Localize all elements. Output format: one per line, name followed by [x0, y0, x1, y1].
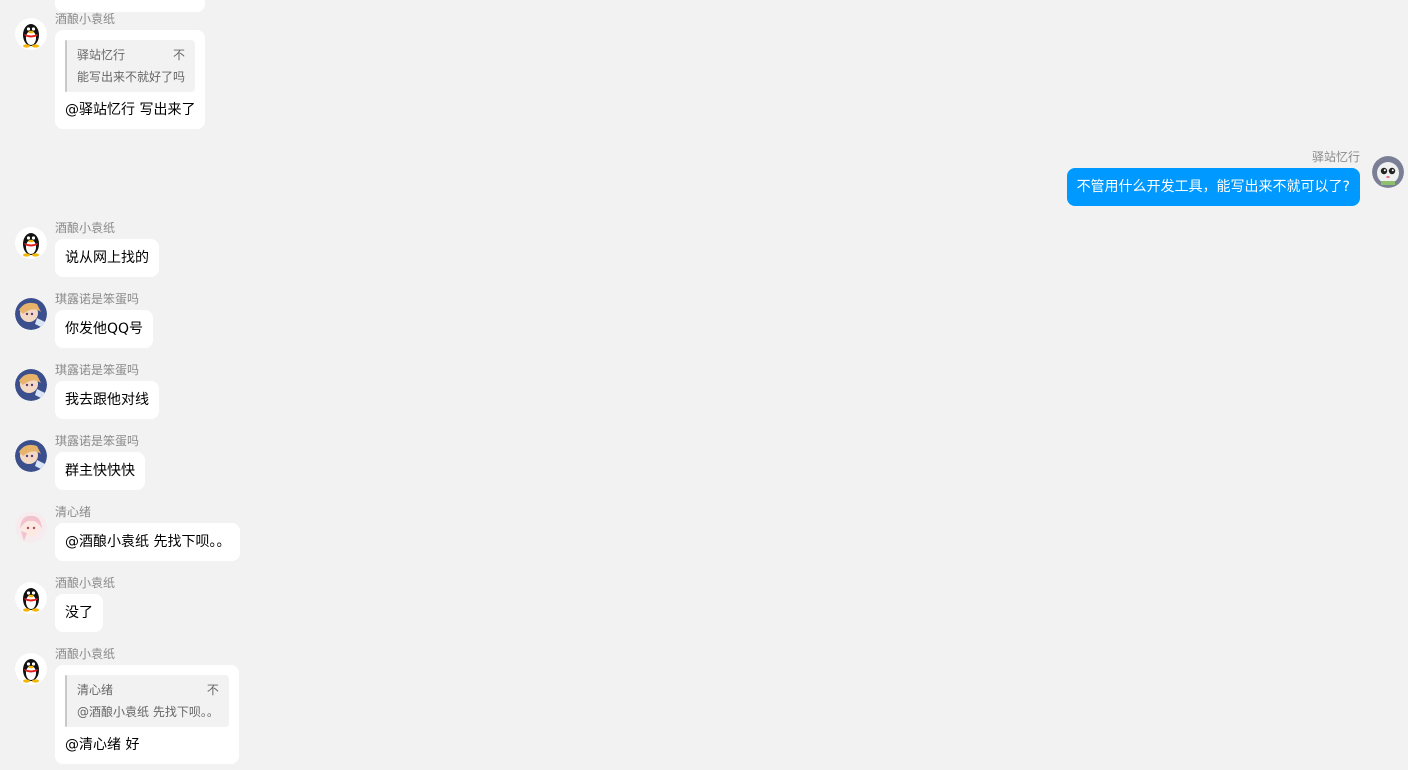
- cat-avatar-icon[interactable]: [1372, 156, 1404, 188]
- qq-penguin-icon[interactable]: [15, 653, 47, 685]
- message-bubble[interactable]: @酒酿小袁纸 先找下呗。。: [55, 523, 241, 561]
- message-text: @清心绪 好: [65, 737, 140, 753]
- message-bubble[interactable]: 清心绪 不 @酒酿小袁纸 先找下呗。。 @清心绪 好: [55, 665, 239, 764]
- sender-name: 驿站忆行: [1311, 150, 1360, 164]
- sender-name: 酒酿小袁纸: [55, 647, 116, 661]
- pink-anime-avatar-icon[interactable]: [15, 511, 47, 543]
- quote-mark: 不: [206, 683, 219, 697]
- message-item: 琪露诺是笨蛋吗 群主快快快: [15, 434, 145, 490]
- quote-author: 驿站忆行: [77, 48, 126, 62]
- anime-avatar-icon[interactable]: [15, 369, 47, 401]
- message-item: 琪露诺是笨蛋吗 你发他QQ号: [15, 292, 154, 348]
- quoted-reply[interactable]: 清心绪 不 @酒酿小袁纸 先找下呗。。: [65, 675, 229, 727]
- quote-mark: 不: [173, 48, 186, 62]
- partial-message-bubble: [55, 0, 205, 12]
- message-bubble[interactable]: 说从网上找的: [55, 239, 159, 277]
- sender-name: 琪露诺是笨蛋吗: [55, 292, 140, 306]
- anime-avatar-icon[interactable]: [15, 298, 47, 330]
- sender-name: 酒酿小袁纸: [55, 576, 116, 590]
- message-item: 酒酿小袁纸 清心绪 不 @酒酿小袁纸 先找下呗。。 @清心绪 好: [15, 647, 239, 764]
- message-item: 清心绪 @酒酿小袁纸 先找下呗。。: [15, 505, 241, 561]
- quote-text: 能写出来不就好了吗: [77, 70, 186, 84]
- sender-name: 酒酿小袁纸: [55, 12, 116, 26]
- message-bubble[interactable]: 没了: [55, 594, 103, 632]
- message-item: 琪露诺是笨蛋吗 我去跟他对线: [15, 363, 159, 419]
- message-bubble[interactable]: 我去跟他对线: [55, 381, 159, 419]
- sender-name: 琪露诺是笨蛋吗: [55, 434, 140, 448]
- qq-penguin-icon[interactable]: [15, 227, 47, 259]
- quote-text: @酒酿小袁纸 先找下呗。。: [77, 705, 219, 719]
- chat-message-list[interactable]: 酒酿小袁纸 驿站忆行 不 能写出来不就好了吗 @驿站忆行 写出来了 驿站忆行 不…: [0, 0, 1408, 770]
- qq-penguin-icon[interactable]: [15, 582, 47, 614]
- sender-name: 清心绪: [55, 505, 92, 519]
- sender-name: 酒酿小袁纸: [55, 221, 116, 235]
- message-bubble[interactable]: 你发他QQ号: [55, 310, 154, 348]
- message-text: @驿站忆行 写出来了: [65, 102, 196, 118]
- quoted-reply[interactable]: 驿站忆行 不 能写出来不就好了吗: [65, 40, 196, 92]
- message-item: 酒酿小袁纸 驿站忆行 不 能写出来不就好了吗 @驿站忆行 写出来了: [15, 12, 206, 129]
- qq-penguin-icon[interactable]: [15, 18, 47, 50]
- sender-name: 琪露诺是笨蛋吗: [55, 363, 140, 377]
- message-bubble[interactable]: 驿站忆行 不 能写出来不就好了吗 @驿站忆行 写出来了: [55, 30, 206, 129]
- message-item-self: 驿站忆行 不管用什么开发工具，能写出来不就可以了?: [1066, 150, 1404, 206]
- anime-avatar-icon[interactable]: [15, 440, 47, 472]
- message-item: 酒酿小袁纸 没了: [15, 576, 115, 632]
- quote-author: 清心绪: [77, 683, 114, 697]
- message-bubble[interactable]: 不管用什么开发工具，能写出来不就可以了?: [1066, 168, 1360, 206]
- message-item: 酒酿小袁纸 说从网上找的: [15, 221, 159, 277]
- message-bubble[interactable]: 群主快快快: [55, 452, 145, 490]
